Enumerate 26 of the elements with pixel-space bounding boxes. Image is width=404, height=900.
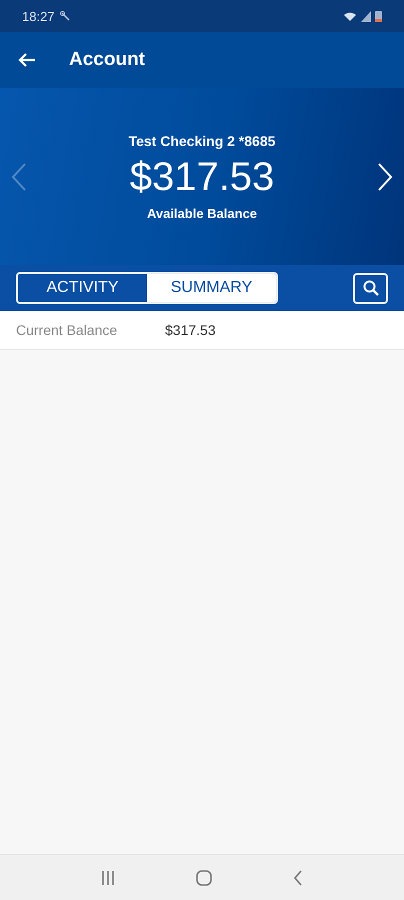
tab[interactable]: ACTIVITY <box>18 274 147 302</box>
balance-label: Available Balance <box>146 206 258 220</box>
row-label: Current Balance <box>16 322 118 338</box>
status-time: 18:27 <box>22 8 55 24</box>
chevron-right-icon <box>376 162 394 192</box>
recents-icon <box>100 870 115 884</box>
back-nav-button[interactable] <box>293 870 304 886</box>
account-name: Test Checking 2 *8685 <box>128 132 276 148</box>
wrench-icon <box>60 10 71 22</box>
row-value: $317.53 <box>165 322 216 338</box>
balance-amount: $317.53 <box>130 154 274 200</box>
signal-icon <box>361 10 371 22</box>
chevron-left-icon <box>10 162 28 192</box>
back-arrow-icon <box>18 52 36 68</box>
home-button[interactable] <box>196 870 212 886</box>
battery-icon <box>375 10 382 22</box>
back-button[interactable] <box>18 52 36 68</box>
search-icon <box>362 280 378 296</box>
next-account-button[interactable] <box>376 162 394 192</box>
chevron-left-icon <box>293 870 304 886</box>
tab[interactable]: SUMMARY <box>147 274 276 302</box>
recents-button[interactable] <box>100 870 115 884</box>
wifi-icon <box>343 10 357 22</box>
home-icon <box>196 870 212 886</box>
screen-title: Account <box>69 49 145 71</box>
search-button[interactable] <box>353 272 388 304</box>
